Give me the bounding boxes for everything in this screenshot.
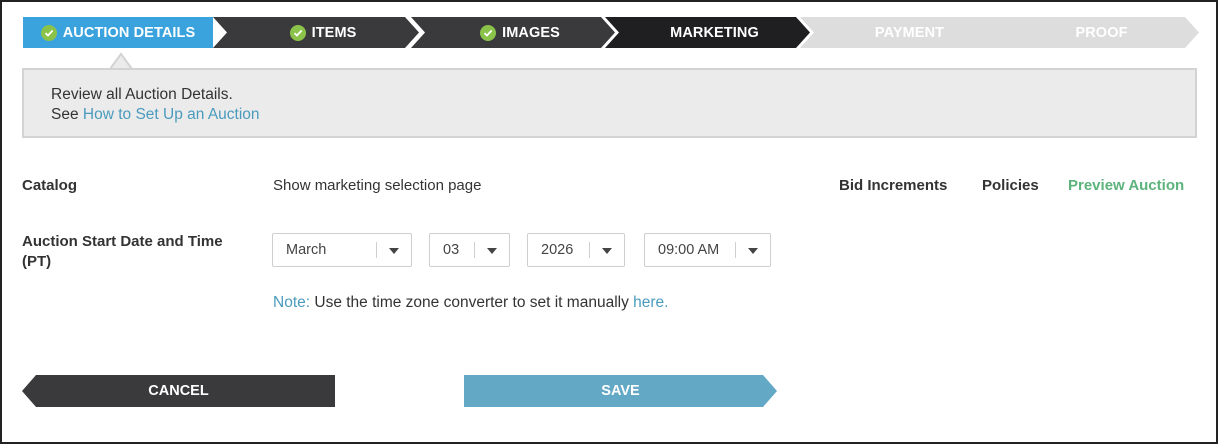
year-select[interactable]: 2026 [527,233,625,267]
chevron-down-icon [487,248,497,254]
info-text: Review all Auction Details. [51,86,233,103]
step-proof[interactable]: PROOF [990,17,1199,48]
start-date-label: Auction Start Date and Time (PT) [22,232,223,272]
month-value: March [286,242,327,258]
chevron-down-icon [602,248,612,254]
catalog-label: Catalog [22,177,78,194]
step-label: IMAGES [502,24,560,41]
step-items[interactable]: ITEMS [213,17,419,48]
cancel-button-label: CANCEL [148,383,209,399]
check-icon [480,24,497,41]
preview-auction-link[interactable]: Preview Auction [1068,177,1184,194]
info-see-label: See [51,106,79,123]
day-select[interactable]: 03 [429,233,510,267]
active-step-pointer [110,52,132,70]
time-value: 09:00 AM [658,242,720,258]
timezone-converter-link[interactable]: here. [633,294,668,311]
policies-link[interactable]: Policies [982,177,1039,194]
start-date-label-line1: Auction Start Date and Time [22,233,223,250]
info-help-line: See How to Set Up an Auction [51,105,1168,125]
step-label: AUCTION DETAILS [62,24,196,41]
note-text: Use the time zone converter to set it ma… [314,294,629,311]
month-select[interactable]: March [272,233,412,267]
step-marketing[interactable]: MARKETING [605,17,810,48]
step-auction-details[interactable]: AUCTION DETAILS [23,17,213,48]
check-icon [40,24,57,41]
step-payment[interactable]: PAYMENT [800,17,1005,48]
select-divider [474,242,475,258]
check-icon [289,24,306,41]
select-divider [589,242,590,258]
step-label: PROOF [1075,24,1128,41]
how-to-setup-link[interactable]: How to Set Up an Auction [83,106,260,123]
info-box: Review all Auction Details. See How to S… [22,68,1197,138]
step-label: PAYMENT [874,24,945,41]
start-date-label-line2: (PT) [22,253,52,270]
chevron-down-icon [748,248,758,254]
day-value: 03 [443,242,460,258]
save-button[interactable]: SAVE [464,375,777,407]
step-images[interactable]: IMAGES [411,17,615,48]
timezone-note: Note: Use the time zone converter to set… [273,294,668,312]
select-divider [735,242,736,258]
bid-increments-link[interactable]: Bid Increments [839,177,947,194]
note-prefix: Note: [273,294,311,311]
step-label: MARKETING [670,24,759,41]
step-label: ITEMS [311,24,357,41]
time-select[interactable]: 09:00 AM [644,233,771,267]
step-progress-bar: AUCTION DETAILS ITEMS IMAGES MARKETING P… [23,17,1199,48]
save-button-label: SAVE [601,383,640,399]
chevron-down-icon [389,248,399,254]
select-divider [376,242,377,258]
page-frame: AUCTION DETAILS ITEMS IMAGES MARKETING P… [0,0,1218,444]
catalog-value: Show marketing selection page [273,177,482,194]
year-value: 2026 [541,242,574,258]
cancel-button[interactable]: CANCEL [22,375,335,407]
